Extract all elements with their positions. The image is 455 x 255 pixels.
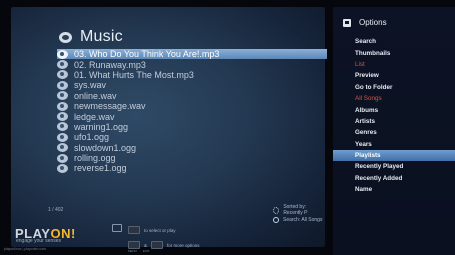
menu-button-icon (128, 241, 140, 249)
music-file-icon (57, 153, 68, 163)
file-name: slowdown1.ogg (74, 142, 137, 153)
file-browser-panel: Music 03. Who Do You Think You Are!.mp3 0… (11, 7, 327, 247)
music-folder-icon (59, 31, 72, 43)
sort-control[interactable]: Sorted by: Recently P (273, 204, 325, 216)
file-name: 02. Runaway.mp3 (74, 59, 146, 70)
file-name: ledge.wav (74, 111, 115, 122)
options-title: Options (359, 18, 387, 27)
music-file-icon (57, 163, 68, 173)
item-counter: 1 / 402 (48, 207, 64, 213)
options-icon (343, 18, 351, 27)
exit-button-icon (151, 241, 164, 249)
option-thumbnails[interactable]: Thumbnails (333, 47, 455, 58)
file-name: online.wav (74, 90, 117, 101)
music-file-icon (57, 80, 68, 90)
option-artists[interactable]: Artists (333, 116, 455, 127)
file-row[interactable]: ufo1.ogg (57, 132, 327, 142)
option-preview[interactable]: Preview (333, 70, 455, 81)
file-name: warning1.ogg (74, 121, 129, 132)
ok-button-icon (128, 226, 140, 234)
options-hint-text: for more options (167, 242, 200, 248)
option-playlists[interactable]: Playlists (333, 149, 455, 162)
select-hint: to select or play (128, 226, 176, 234)
file-list: 03. Who Do You Think You Are!.mp3 02. Run… (57, 49, 327, 174)
file-name: 03. Who Do You Think You Are!.mp3 (74, 49, 220, 60)
sort-label: Sorted by: Recently P (283, 204, 308, 216)
option-recently-played[interactable]: Recently Played (333, 161, 455, 172)
file-row[interactable]: ledge.wav (57, 111, 327, 122)
app-frame: Music 03. Who Do You Think You Are!.mp3 0… (0, 0, 455, 255)
music-file-icon (57, 101, 68, 111)
folder-header: Music (59, 25, 123, 49)
file-row[interactable]: slowdown1.ogg (57, 143, 327, 153)
file-row[interactable]: 03. Who Do You Think You Are!.mp3 (57, 49, 327, 60)
file-row[interactable]: warning1.ogg (57, 122, 327, 132)
tagline: engage your senses (16, 238, 62, 244)
music-file-icon (57, 132, 68, 142)
file-row[interactable]: sys.wav (57, 80, 327, 90)
option-name[interactable]: Name (333, 184, 455, 195)
option-all-songs[interactable]: All Songs (333, 93, 455, 104)
page-title: Music (80, 28, 123, 45)
file-name: reverse1.ogg (74, 163, 127, 174)
gear-icon (273, 206, 280, 214)
button-labels: MENU EXIT (128, 249, 150, 253)
options-panel: Options Search Thumbnails List Preview Go to… (333, 7, 455, 255)
music-file-icon (57, 60, 68, 70)
amp-text: & (144, 242, 148, 248)
option-years[interactable]: Years (333, 139, 455, 150)
options-menu: Search Thumbnails List Preview Go to Folder A… (333, 36, 455, 195)
menu-label: MENU (128, 249, 137, 253)
file-name: rolling.ogg (74, 153, 116, 164)
option-list[interactable]: List (333, 59, 455, 70)
music-file-icon (57, 91, 68, 101)
option-search[interactable]: Search (333, 36, 455, 47)
music-file-icon (57, 122, 68, 132)
music-file-icon (57, 143, 68, 153)
select-hint-text: to select or play (144, 227, 176, 233)
exit-label: EXIT (142, 249, 150, 253)
site-text: playonlinux | playonlm.com (4, 247, 46, 251)
music-file-icon (57, 70, 68, 80)
file-row[interactable]: 01. What Hurts The Most.mp3 (57, 70, 327, 80)
file-name: ufo1.ogg (74, 132, 110, 143)
options-header: Options (343, 18, 387, 27)
remote-icon (112, 224, 122, 232)
file-row[interactable]: online.wav (57, 91, 327, 101)
option-genres[interactable]: Genres (333, 127, 455, 138)
file-name: newmessage.wav (74, 101, 146, 112)
option-recently-added[interactable]: Recently Added (333, 173, 455, 184)
option-albums[interactable]: Albums (333, 104, 455, 115)
file-row[interactable]: 02. Runaway.mp3 (57, 59, 327, 70)
file-name: 01. What Hurts The Most.mp3 (74, 69, 194, 80)
options-hint: & for more options (128, 241, 200, 249)
music-file-icon (57, 112, 68, 122)
file-name: sys.wav (74, 80, 107, 91)
file-row[interactable]: newmessage.wav (57, 101, 327, 111)
option-go-to-folder[interactable]: Go to Folder (333, 82, 455, 93)
footer-bar: PLAYON! engage your senses playonlinux |… (0, 216, 325, 255)
file-row[interactable]: rolling.ogg (57, 153, 327, 163)
file-row[interactable]: reverse1.ogg (57, 163, 327, 173)
music-file-icon (57, 49, 68, 59)
